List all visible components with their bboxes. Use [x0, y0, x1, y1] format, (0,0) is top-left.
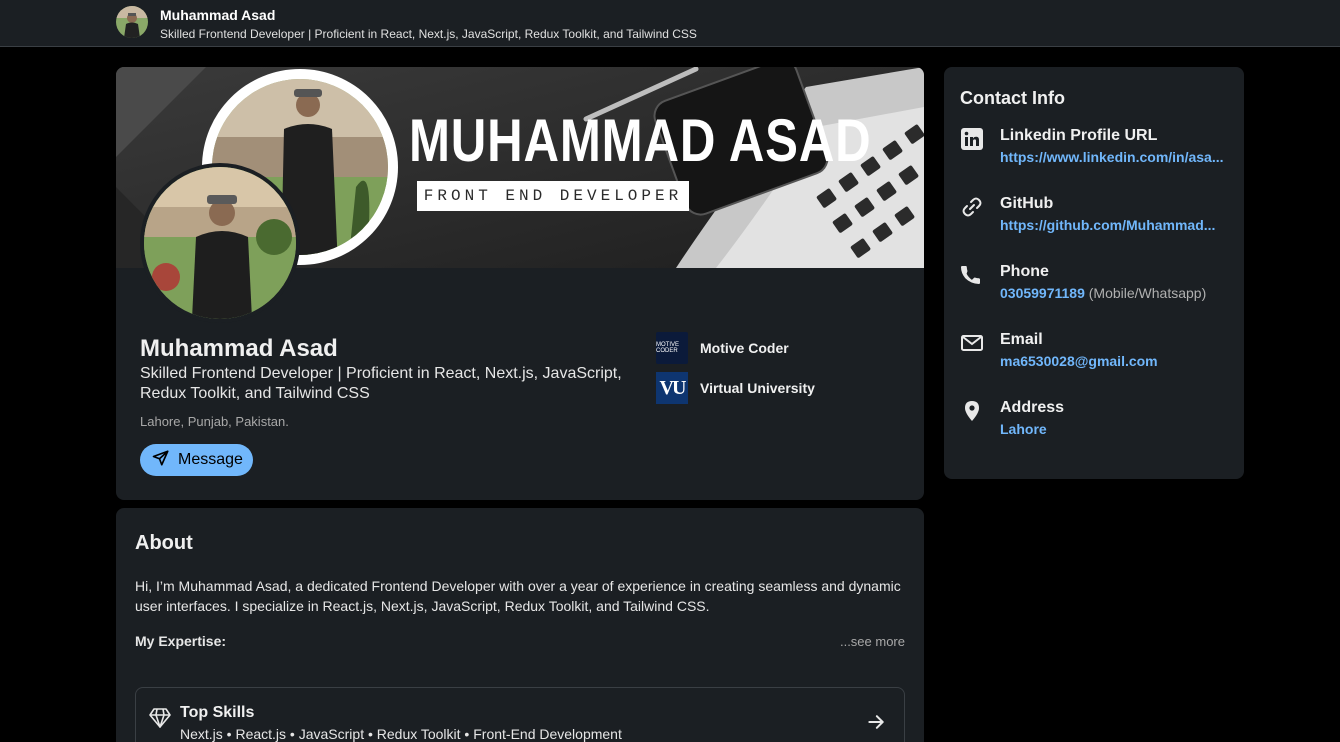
send-icon: [152, 449, 170, 472]
about-title: About: [135, 532, 193, 554]
address-link[interactable]: Lahore: [1000, 421, 1225, 437]
banner-subtitle: FRONT END DEVELOPER: [417, 181, 689, 211]
profile-card: MUHAMMAD ASAD FRONT END DEVELOPER Muhamm…: [116, 67, 924, 500]
top-skills-box[interactable]: Top Skills Next.js • React.js • JavaScri…: [135, 687, 905, 742]
top-skills-title: Top Skills: [180, 704, 255, 721]
banner-title: MUHAMMAD ASAD: [409, 107, 872, 174]
arrow-right-icon[interactable]: [866, 712, 886, 732]
contact-label: Email: [1000, 331, 1043, 348]
contact-label: Address: [1000, 399, 1065, 416]
header-avatar[interactable]: [116, 6, 148, 38]
phone-value: 03059971189 (Mobile/Whatsapp): [1000, 285, 1225, 301]
email-icon: [960, 331, 984, 355]
linkedin-icon: [960, 127, 984, 151]
org-virtual-university[interactable]: VU Virtual University: [656, 372, 815, 404]
see-more-link[interactable]: ...see more: [840, 634, 905, 649]
org-name: Virtual University: [700, 380, 815, 396]
header-name: Muhammad Asad: [160, 7, 276, 23]
motive-coder-logo: MOTIVE CODER: [656, 332, 688, 364]
diamond-icon: [148, 706, 172, 730]
profile-location: Lahore, Punjab, Pakistan.: [140, 414, 289, 429]
profile-headline: Skilled Frontend Developer | Proficient …: [140, 365, 622, 402]
about-card: About Hi, I’m Muhammad Asad, a dedicated…: [116, 508, 924, 742]
link-icon: [960, 195, 984, 219]
virtual-university-logo: VU: [656, 372, 688, 404]
contact-label: Linkedin Profile URL: [1000, 127, 1158, 144]
profile-photo[interactable]: [140, 163, 300, 323]
profile-name: Muhammad Asad: [140, 335, 338, 362]
message-button-label: Message: [178, 451, 243, 468]
contact-label: GitHub: [1000, 195, 1054, 212]
contact-title: Contact Info: [960, 88, 1065, 108]
org-name: Motive Coder: [700, 340, 789, 356]
contact-label: Phone: [1000, 263, 1049, 280]
location-pin-icon: [960, 399, 984, 423]
top-header-bar: Muhammad Asad Skilled Frontend Developer…: [0, 0, 1340, 47]
phone-icon: [960, 263, 984, 287]
about-text: Hi, I’m Muhammad Asad, a dedicated Front…: [135, 578, 901, 614]
header-headline: Skilled Frontend Developer | Proficient …: [160, 27, 697, 41]
email-link[interactable]: ma6530028@gmail.com: [1000, 353, 1225, 369]
message-button[interactable]: Message: [140, 444, 253, 476]
org-motive-coder[interactable]: MOTIVE CODER Motive Coder: [656, 332, 789, 364]
phone-number-link[interactable]: 03059971189: [1000, 285, 1085, 301]
github-link[interactable]: https://github.com/Muhammad...: [1000, 217, 1225, 233]
expertise-label: My Expertise:: [135, 633, 227, 649]
linkedin-link[interactable]: https://www.linkedin.com/in/asa...: [1000, 149, 1225, 165]
top-skills-list: Next.js • React.js • JavaScript • Redux …: [180, 726, 622, 742]
contact-info-card: Contact Info Linkedin Profile URL https:…: [944, 67, 1244, 479]
phone-note: (Mobile/Whatsapp): [1084, 285, 1207, 301]
